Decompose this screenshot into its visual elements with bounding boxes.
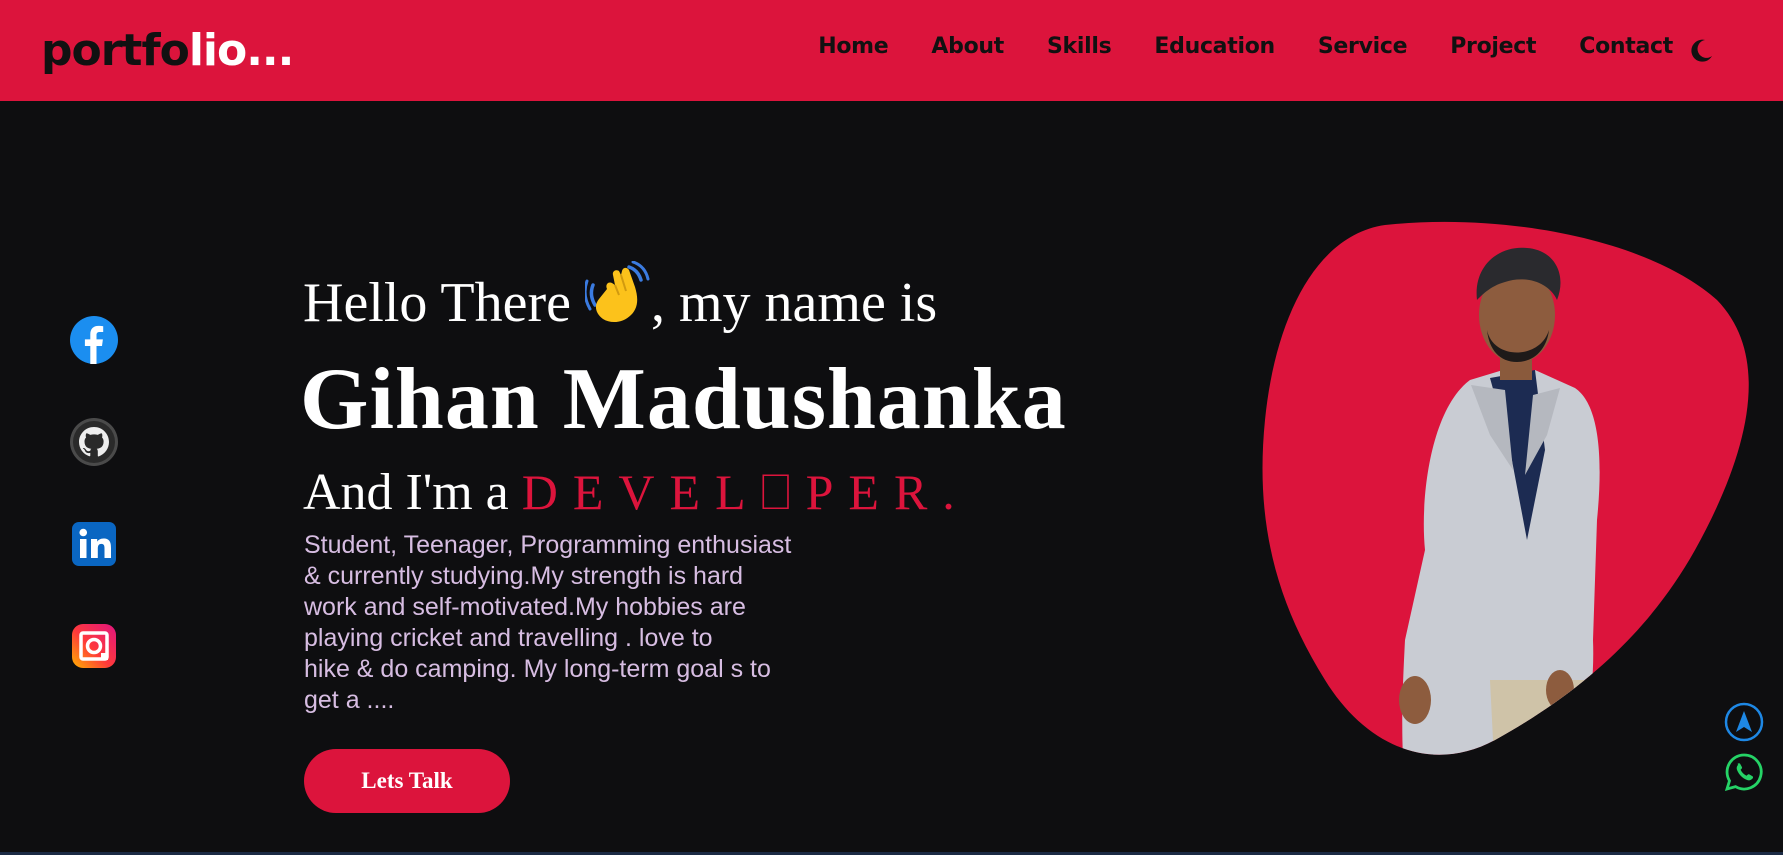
greeting: Hello There , my name is <box>303 260 938 344</box>
waving-hand-icon <box>583 260 651 344</box>
nav-about[interactable]: About <box>931 34 1004 59</box>
hero-name: Gihan Madushanka <box>300 351 1067 448</box>
role-typed-text: DEVEL⎕PER. <box>521 464 970 520</box>
lets-talk-button[interactable]: Lets Talk <box>304 749 510 813</box>
navigation-arrow-icon[interactable] <box>1723 701 1765 743</box>
logo[interactable]: portfolio... <box>41 22 295 80</box>
logo-part-light: lio... <box>188 25 295 76</box>
role-prefix: And I'm a <box>303 464 522 521</box>
whatsapp-icon[interactable] <box>1723 751 1765 793</box>
navbar: portfolio... Home About Skills Education… <box>0 0 1783 101</box>
profile-photo <box>1255 220 1751 755</box>
nav-home[interactable]: Home <box>818 34 888 59</box>
instagram-icon[interactable] <box>70 622 118 670</box>
github-icon[interactable] <box>70 418 118 466</box>
nav-service[interactable]: Service <box>1318 34 1408 59</box>
facebook-icon[interactable] <box>70 316 118 364</box>
bio-text: Student, Teenager, Programming enthusias… <box>304 531 792 714</box>
linkedin-icon[interactable] <box>70 520 118 568</box>
nav-education[interactable]: Education <box>1154 34 1275 59</box>
nav-menu: Home About Skills Education Service Proj… <box>818 34 1673 59</box>
nav-skills[interactable]: Skills <box>1047 34 1112 59</box>
nav-project[interactable]: Project <box>1450 34 1536 59</box>
greeting-text-start: Hello There <box>303 272 585 334</box>
role-line: And I'm a DEVEL⎕PER. <box>303 460 970 525</box>
moon-icon[interactable] <box>1686 36 1716 66</box>
greeting-text-end: , my name is <box>650 272 938 334</box>
logo-part-dark: portfo <box>41 25 190 76</box>
nav-contact[interactable]: Contact <box>1579 34 1673 59</box>
